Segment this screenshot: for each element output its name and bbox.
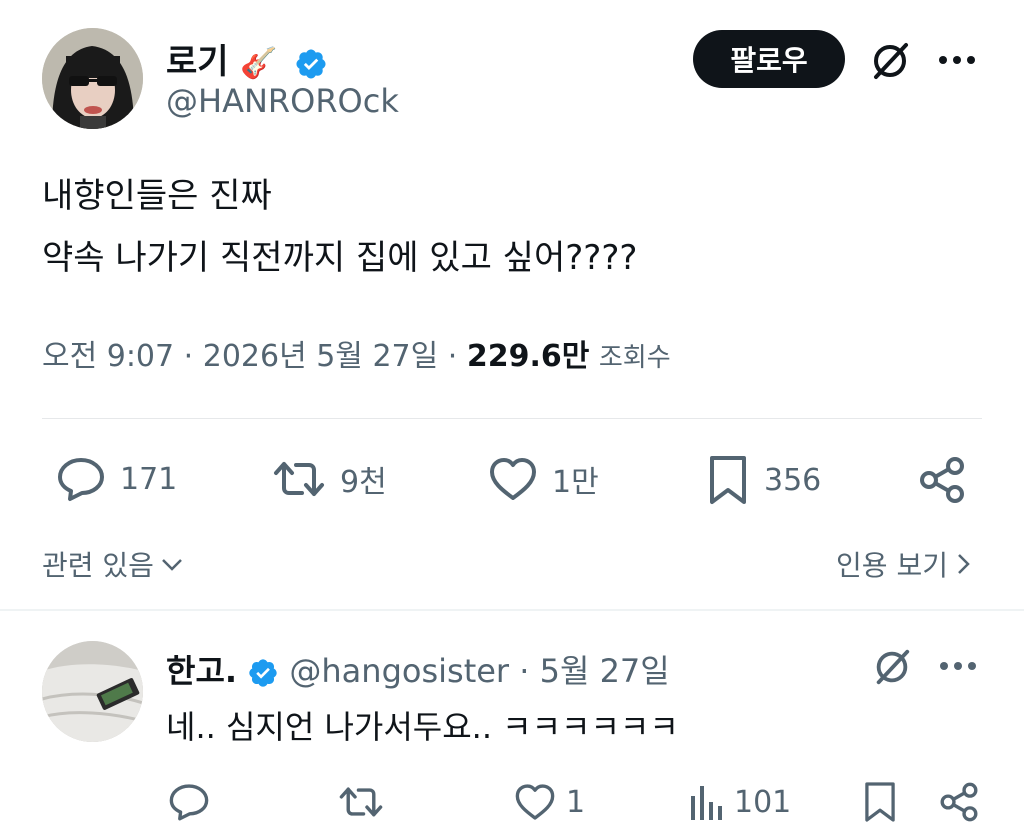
retweet-count: 9천 bbox=[340, 465, 387, 500]
reply-grok-icon[interactable] bbox=[866, 644, 918, 690]
quotes-label: 인용 보기 bbox=[836, 549, 948, 582]
retweet-button[interactable]: 9천 bbox=[272, 456, 387, 502]
reply-share-button[interactable] bbox=[938, 780, 980, 824]
author-avatar[interactable] bbox=[42, 28, 143, 129]
reply-icon bbox=[169, 784, 209, 821]
reply-date[interactable]: 5월 27일 bbox=[540, 652, 670, 690]
tweet-date[interactable]: 2026년 5월 27일 bbox=[203, 339, 438, 374]
reply-author-handle[interactable]: @hangosister bbox=[289, 652, 509, 690]
reply-author-avatar[interactable] bbox=[42, 641, 143, 742]
tweet-text-line-2: 약속 나가기 직전까지 집에 있고 싶어???? bbox=[42, 238, 638, 278]
views-count: 229.6만 bbox=[466, 339, 590, 374]
reply-icon bbox=[58, 458, 104, 501]
related-label: 관련 있음 bbox=[42, 549, 154, 582]
views-icon bbox=[691, 786, 722, 820]
bookmark-icon bbox=[710, 456, 746, 504]
reply-text: 네.. 심지언 나가서두요.. ㅋㅋㅋㅋㅋㅋ bbox=[166, 708, 679, 746]
reply-views-button[interactable]: 101 bbox=[688, 782, 791, 822]
reply-like-count: 1 bbox=[566, 784, 586, 820]
share-icon[interactable] bbox=[914, 452, 970, 508]
author-handle[interactable]: @HANROROck bbox=[166, 82, 399, 120]
follow-button[interactable]: 팔로우 bbox=[693, 30, 845, 88]
chevron-down-icon bbox=[162, 559, 182, 571]
reply-count: 171 bbox=[120, 461, 178, 497]
reply-retweet-button[interactable] bbox=[338, 782, 384, 822]
reply-button[interactable]: 171 bbox=[56, 456, 177, 502]
reply-more-icon[interactable] bbox=[934, 648, 982, 684]
tweet-text-line-1: 내향인들은 진짜 bbox=[42, 176, 272, 216]
chevron-right-icon bbox=[958, 554, 970, 574]
like-icon bbox=[515, 784, 555, 820]
bookmark-icon bbox=[865, 782, 895, 822]
share-icon bbox=[940, 782, 978, 822]
quotes-link[interactable]: 인용 보기 bbox=[836, 544, 972, 584]
bookmark-count: 356 bbox=[764, 462, 822, 498]
like-button[interactable]: 1만 bbox=[488, 456, 599, 502]
retweet-icon bbox=[339, 787, 383, 817]
like-count: 1만 bbox=[552, 465, 599, 500]
views-label: 조회수 bbox=[598, 343, 671, 373]
reply-bookmark-button[interactable] bbox=[862, 780, 898, 824]
like-icon bbox=[490, 458, 536, 500]
guitar-emoji: 🎸 bbox=[240, 46, 278, 81]
author-name[interactable]: 로기 bbox=[166, 42, 229, 82]
section-divider bbox=[0, 609, 1024, 611]
reply-author-name[interactable]: 한고. bbox=[166, 652, 237, 690]
tweet-meta: 오전 9:07 · 2026년 5월 27일 · 229.6만 조회수 bbox=[42, 339, 671, 374]
reply-views-count: 101 bbox=[734, 784, 792, 820]
tweet-time[interactable]: 오전 9:07 bbox=[42, 339, 174, 374]
verified-badge-icon bbox=[249, 659, 277, 687]
reply-like-button[interactable]: 1 bbox=[514, 782, 585, 822]
reply-reply-button[interactable] bbox=[168, 782, 210, 822]
retweet-icon bbox=[274, 462, 324, 496]
verified-badge-icon bbox=[296, 48, 326, 79]
more-icon[interactable] bbox=[932, 40, 982, 80]
bookmark-button[interactable]: 356 bbox=[706, 454, 821, 506]
divider bbox=[42, 418, 982, 419]
author-name-row[interactable]: 로기 🎸 bbox=[166, 34, 328, 83]
reply-header: 한고. @hangosister · 5월 27일 bbox=[166, 652, 670, 690]
grok-icon[interactable] bbox=[862, 38, 918, 84]
related-toggle[interactable]: 관련 있음 bbox=[42, 544, 184, 584]
